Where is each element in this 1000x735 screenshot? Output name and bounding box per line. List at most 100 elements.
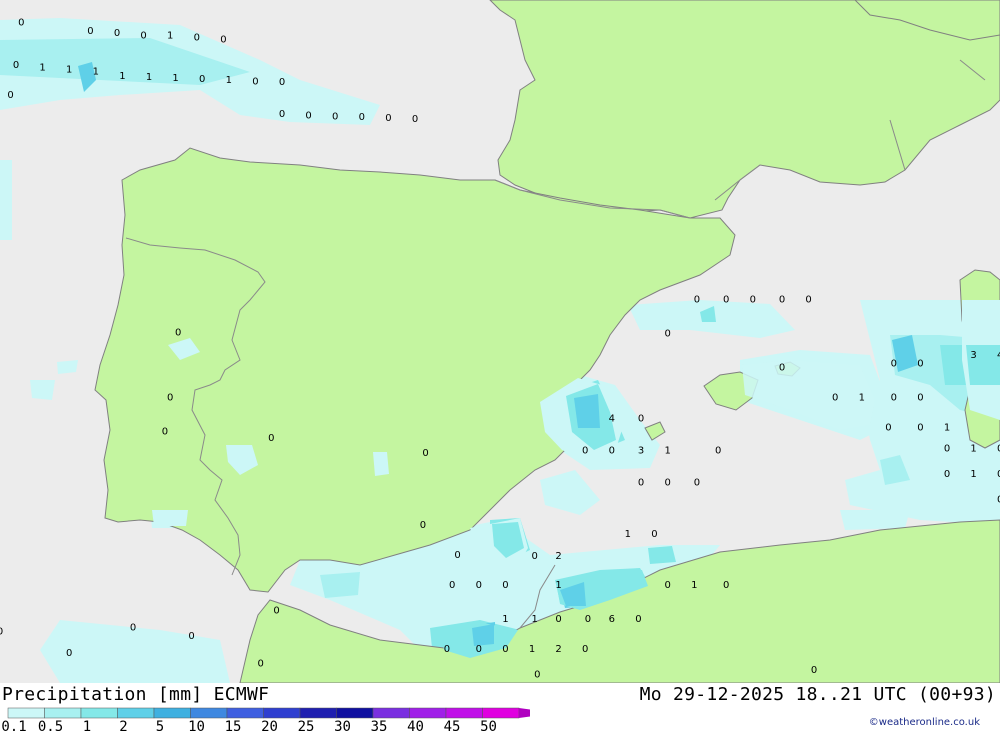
precip-value-label: 0 — [917, 392, 923, 403]
precip-value-label: 0 — [609, 446, 615, 457]
precip-value-label: 1 — [555, 580, 561, 591]
precip-value-label: 0 — [305, 110, 311, 121]
precip-value-label: 1 — [859, 392, 865, 403]
scale-segment — [153, 707, 191, 719]
precip-value-label: 1 — [172, 73, 178, 84]
precipitation-map: 0 0 0 0 1 0 0 0 1 1 1 1 1 1 0 1 0 0 0 0 0 0 0 0 0 0 0 0 0 0 0 0 0 0 0 0 0 0 0 0… — [0, 0, 1000, 683]
precip-value-label: 1 — [146, 72, 152, 83]
precip-value-label: 0 — [7, 90, 13, 101]
precip-value-label: 0 — [635, 614, 641, 625]
scale-segment — [409, 707, 447, 719]
precip-value-label: 0 — [220, 35, 226, 46]
precip-value-label: 0 — [832, 392, 838, 403]
precip-value-label: 0 — [891, 358, 897, 369]
precip-value-label: 0 — [87, 26, 93, 37]
precip-value-label: 1 — [167, 30, 173, 41]
precip-value-label: 0 — [188, 631, 194, 642]
precip-value-label: 0 — [638, 414, 644, 425]
precip-value-label: 0 — [805, 295, 811, 306]
precip-value-label: 0 — [167, 392, 173, 403]
precip-value-label: 0 — [420, 520, 426, 531]
scale-segment — [117, 707, 155, 719]
precip-value-label: 0 — [917, 422, 923, 433]
precip-value-label: 0 — [534, 669, 540, 680]
precip-value-label: 0 — [811, 665, 817, 676]
precip-value-label: 0 — [750, 295, 756, 306]
precip-value-label: 3 — [970, 350, 976, 361]
precip-value-label: 0 — [13, 60, 19, 71]
precip-value-label: 0 — [18, 18, 24, 29]
precip-value-label: 0 — [891, 392, 897, 403]
precip-value-label: 1 — [944, 422, 950, 433]
precip-value-label: 0 — [279, 109, 285, 120]
precip-value-label: 1 — [691, 580, 697, 591]
precip-value-label: 0 — [585, 614, 591, 625]
precip-value-label: 0 — [175, 328, 181, 339]
precip-value-label: 0 — [582, 644, 588, 655]
precip-value-label: 6 — [609, 614, 615, 625]
precip-value-label: 0 — [582, 446, 588, 457]
scale-arrow — [519, 708, 530, 718]
precip-value-label: 0 — [273, 605, 279, 616]
precip-value-label: 0 — [258, 659, 264, 670]
precip-value-label: 0 — [130, 623, 136, 634]
precip-value-label: 0 — [454, 550, 460, 561]
precip-value-label: 0 — [694, 478, 700, 489]
precip-value-label: 0 — [114, 28, 120, 39]
scale-segment — [263, 707, 301, 719]
precip-value-label: 0 — [385, 113, 391, 124]
precip-value-label: 0 — [885, 422, 891, 433]
precip-value-label: 1 — [502, 614, 508, 625]
precip-value-label: 1 — [970, 444, 976, 455]
precip-value-label: 4 — [609, 414, 615, 425]
precip-value-label: 0 — [162, 427, 168, 438]
forecast-time: Mo 29-12-2025 18..21 UTC (00+93) — [639, 684, 996, 705]
precip-value-label: 1 — [66, 64, 72, 75]
precip-value-label: 0 — [723, 295, 729, 306]
precip-value-label: 0 — [779, 363, 785, 374]
scale-segment — [299, 707, 337, 719]
scale-segment — [190, 707, 228, 719]
precip-value-label: 1 — [226, 75, 232, 86]
precip-value-label: 0 — [252, 76, 258, 87]
precip-value-label: 1 — [93, 67, 99, 78]
precip-value-label: 0 — [638, 478, 644, 489]
precip-value-label: 0 — [665, 329, 671, 340]
precip-value-label: 0 — [779, 295, 785, 306]
map-svg: 0 0 0 0 1 0 0 0 1 1 1 1 1 1 0 1 0 0 0 0 0 0 0 0 0 0 0 0 0 0 0 0 0 0 0 0 0 0 0 0… — [0, 0, 1000, 683]
precip-value-label: 0 — [268, 433, 274, 444]
precip-value-label: 0 — [0, 627, 3, 638]
precip-value-label: 0 — [332, 111, 338, 122]
precip-value-label: 0 — [944, 444, 950, 455]
precip-value-label: 0 — [532, 551, 538, 562]
precip-value-label: 3 — [638, 446, 644, 457]
precip-value-label: 1 — [970, 469, 976, 480]
precip-value-label: 0 — [422, 448, 428, 459]
precip-value-label: 0 — [449, 580, 455, 591]
precip-value-label: 0 — [694, 295, 700, 306]
precip-value-label: 0 — [502, 644, 508, 655]
scale-segment — [80, 707, 118, 719]
precip-value-label: 0 — [715, 446, 721, 457]
precip-value-label: 1 — [39, 62, 45, 73]
precip-value-label: 0 — [651, 529, 657, 540]
credit: ©weatheronline.co.uk — [868, 717, 980, 728]
scale-segment — [372, 707, 410, 719]
precip-value-label: 1 — [529, 644, 535, 655]
scale-segment — [7, 707, 45, 719]
precip-value-label: 0 — [199, 74, 205, 85]
precip-value-label: 0 — [279, 77, 285, 88]
map-title: Precipitation [mm] ECMWF — [2, 684, 270, 705]
precip-value-label: 0 — [194, 33, 200, 44]
precip-value-label: 0 — [665, 478, 671, 489]
precip-value-label: 0 — [917, 358, 923, 369]
precip-value-label: 0 — [944, 469, 950, 480]
precip-value-label: 0 — [359, 112, 365, 123]
precip-value-label: 0 — [476, 644, 482, 655]
precip-value-label: 1 — [625, 529, 631, 540]
precip-value-label: 2 — [555, 644, 561, 655]
precip-value-label: 0 — [140, 30, 146, 41]
precip-value-label: 1 — [532, 614, 538, 625]
precip-value-label: 1 — [119, 71, 125, 82]
precip-value-label: 0 — [66, 648, 72, 659]
